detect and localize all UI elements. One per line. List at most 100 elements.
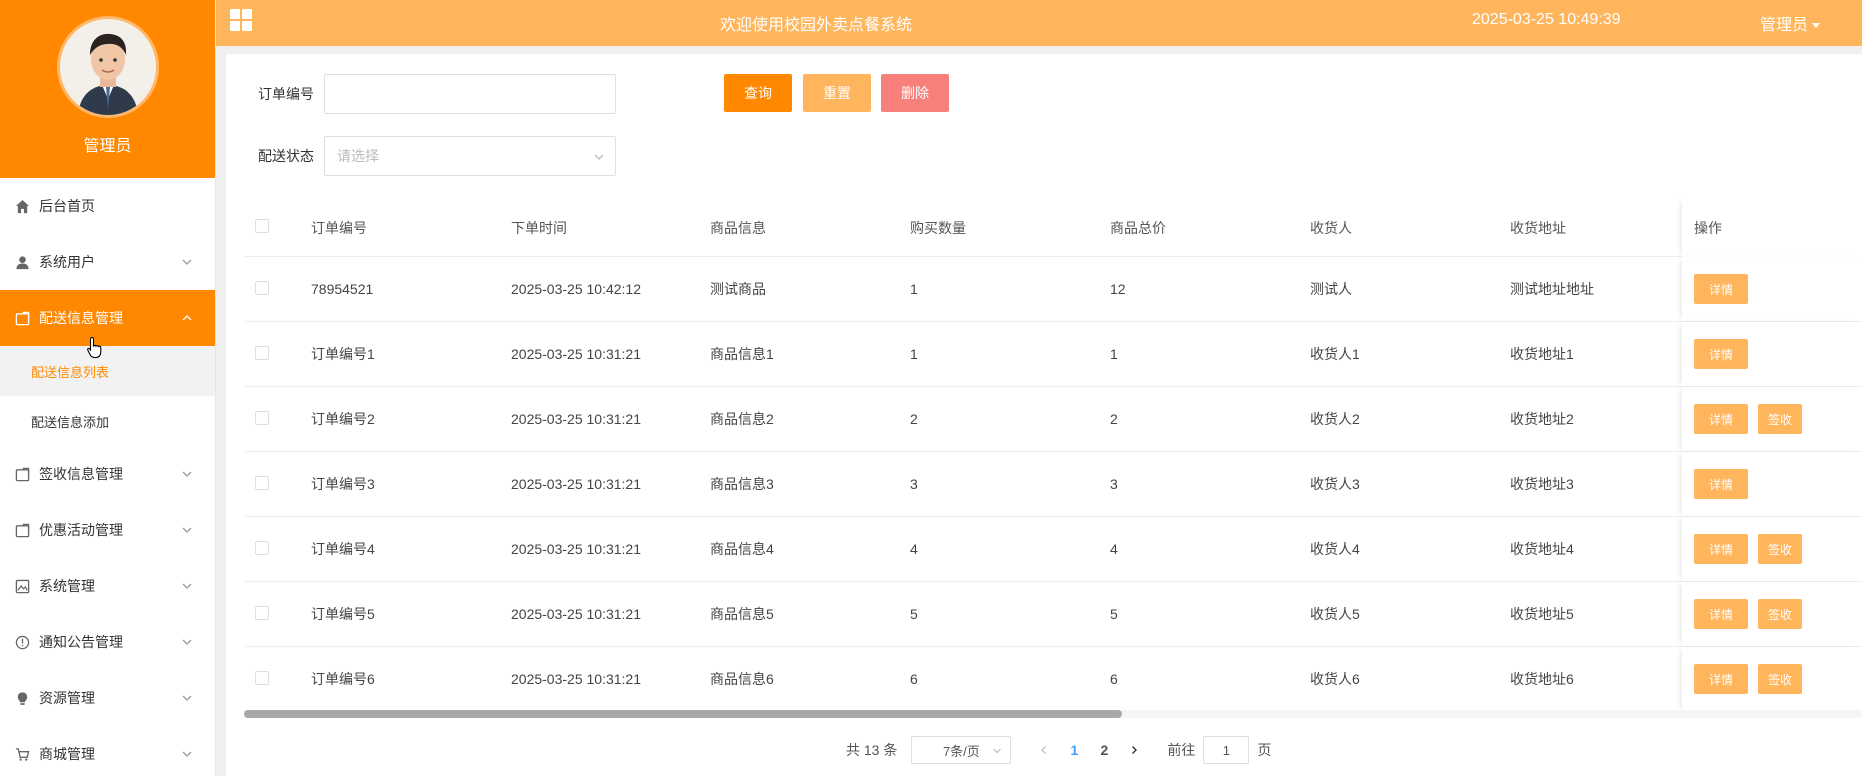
cell-address: 收货地址4 (1510, 541, 1574, 557)
user-icon (14, 254, 30, 270)
sidebar-item-resources[interactable]: 资源管理 (0, 670, 215, 726)
page-number[interactable]: 1 (1059, 736, 1089, 764)
status-select[interactable]: 请选择 (324, 136, 616, 176)
status-label: 配送状态 (258, 148, 314, 164)
table-row: 78954521 2025-03-25 10:42:12 测试商品 1 12 测… (244, 257, 1862, 322)
submenu-item-delivery-add[interactable]: 配送信息添加 (0, 396, 215, 446)
info-icon (14, 634, 30, 650)
search-button[interactable]: 查询 (724, 74, 792, 112)
detail-button[interactable]: 详情 (1694, 274, 1748, 304)
sidebar-item-system[interactable]: 系统管理 (0, 558, 215, 614)
goto-suffix: 页 (1257, 742, 1272, 758)
sidebar-item-notice[interactable]: 通知公告管理 (0, 614, 215, 670)
scrollbar-thumb[interactable] (244, 710, 1122, 718)
sidebar-item-sign[interactable]: 签收信息管理 (0, 446, 215, 502)
cell-address: 收货地址1 (1510, 346, 1574, 362)
cell-goods: 商品信息2 (710, 411, 774, 427)
detail-button[interactable]: 详情 (1694, 534, 1748, 564)
sign-button[interactable]: 签收 (1758, 599, 1802, 629)
submenu-item-delivery-list[interactable]: 配送信息列表 (0, 346, 215, 396)
sign-button[interactable]: 签收 (1758, 534, 1802, 564)
sidebar-item-promotion[interactable]: 优惠活动管理 (0, 502, 215, 558)
prev-page-button[interactable] (1029, 736, 1059, 764)
cell-qty: 4 (910, 541, 918, 557)
delivery-submenu: 配送信息列表 配送信息添加 (0, 346, 215, 446)
detail-button[interactable]: 详情 (1694, 599, 1748, 629)
row-checkbox[interactable] (255, 345, 269, 360)
status-placeholder: 请选择 (337, 148, 379, 164)
select-all-checkbox[interactable] (255, 219, 269, 233)
table-row: 订单编号5 2025-03-25 10:31:21 商品信息5 5 5 收货人5… (244, 582, 1862, 647)
total-count: 共 13 条 (846, 742, 898, 758)
row-checkbox[interactable] (255, 280, 269, 295)
sidebar-item-label: 签收信息管理 (39, 466, 123, 482)
row-checkbox[interactable] (255, 540, 269, 555)
cell-total: 2 (1110, 411, 1118, 427)
image-icon (14, 578, 30, 594)
delete-button[interactable]: 删除 (881, 74, 949, 112)
page-number[interactable]: 2 (1089, 736, 1119, 764)
cell-actions: 详情 (1682, 322, 1862, 386)
detail-button[interactable]: 详情 (1694, 404, 1748, 434)
table-row: 订单编号3 2025-03-25 10:31:21 商品信息3 3 3 收货人3… (244, 452, 1862, 517)
page-size-select[interactable]: 7条/页 (911, 736, 1012, 764)
cell-total: 12 (1110, 281, 1126, 297)
order-no-label: 订单编号 (258, 86, 314, 102)
sidebar-item-mall[interactable]: 商城管理 (0, 726, 215, 776)
chevron-down-icon (993, 748, 1002, 754)
avatar (56, 16, 159, 118)
chevron-down-icon (182, 471, 192, 477)
sidebar-item-label: 优惠活动管理 (39, 522, 123, 538)
cell-address: 收货地址6 (1510, 671, 1574, 687)
row-checkbox[interactable] (255, 605, 269, 620)
sidebar-item-home[interactable]: 后台首页 (0, 178, 215, 234)
cell-goods: 商品信息1 (710, 346, 774, 362)
cell-order-time: 2025-03-25 10:42:12 (511, 281, 641, 297)
detail-button[interactable]: 详情 (1694, 339, 1748, 369)
orders-table: 订单编号 下单时间 商品信息 购买数量 商品总价 收货人 收货地址 操作 789… (244, 199, 1862, 719)
reset-button[interactable]: 重置 (803, 74, 871, 112)
goto-page-input[interactable] (1203, 736, 1250, 764)
cell-order-time: 2025-03-25 10:31:21 (511, 476, 641, 492)
cell-order-no: 订单编号2 (311, 411, 375, 427)
cell-order-time: 2025-03-25 10:31:21 (511, 606, 641, 622)
caret-down-icon (1812, 23, 1821, 29)
cell-receiver: 收货人4 (1310, 541, 1360, 557)
cell-order-no: 订单编号4 (311, 541, 375, 557)
folder-icon (14, 310, 30, 326)
cell-address: 收货地址3 (1510, 476, 1574, 492)
sign-button[interactable]: 签收 (1758, 404, 1802, 434)
cell-qty: 5 (910, 606, 918, 622)
horizontal-scrollbar[interactable] (244, 710, 1862, 718)
cell-order-time: 2025-03-25 10:31:21 (511, 541, 641, 557)
cell-actions: 详情 签收 (1682, 582, 1862, 646)
user-dropdown[interactable]: 管理员 (1760, 11, 1821, 35)
next-page-button[interactable] (1119, 736, 1149, 764)
cell-goods: 商品信息3 (710, 476, 774, 492)
sidebar-item-label: 商城管理 (39, 746, 95, 762)
profile-panel: 管理员 (0, 0, 215, 178)
cell-total: 6 (1110, 671, 1118, 687)
detail-button[interactable]: 详情 (1694, 469, 1748, 499)
cell-total: 5 (1110, 606, 1118, 622)
row-checkbox[interactable] (255, 670, 269, 685)
cell-total: 1 (1110, 346, 1118, 362)
goto-label: 前往 (1167, 742, 1196, 758)
cell-address: 测试地址地址 (1510, 281, 1594, 297)
chevron-down-icon (182, 527, 192, 533)
main-content: 订单编号 查询 重置 删除 配送状态 请选择 订单编号 下单时间 商品信息 购买… (226, 54, 1862, 776)
order-no-input[interactable] (324, 74, 616, 114)
sidebar-item-system-users[interactable]: 系统用户 (0, 234, 215, 290)
cell-goods: 测试商品 (710, 281, 766, 297)
sign-button[interactable]: 签收 (1758, 664, 1802, 694)
row-checkbox[interactable] (255, 475, 269, 490)
filter-order-no: 订单编号 (244, 74, 616, 114)
table-row: 订单编号2 2025-03-25 10:31:21 商品信息2 2 2 收货人2… (244, 387, 1862, 452)
cell-qty: 6 (910, 671, 918, 687)
detail-button[interactable]: 详情 (1694, 664, 1748, 694)
header-datetime: 2025-03-25 10:49:39 (1472, 11, 1621, 28)
table-row: 订单编号4 2025-03-25 10:31:21 商品信息4 4 4 收货人4… (244, 517, 1862, 582)
sidebar-item-delivery[interactable]: 配送信息管理 (0, 290, 215, 346)
table-row: 订单编号1 2025-03-25 10:31:21 商品信息1 1 1 收货人1… (244, 322, 1862, 387)
row-checkbox[interactable] (255, 410, 269, 425)
